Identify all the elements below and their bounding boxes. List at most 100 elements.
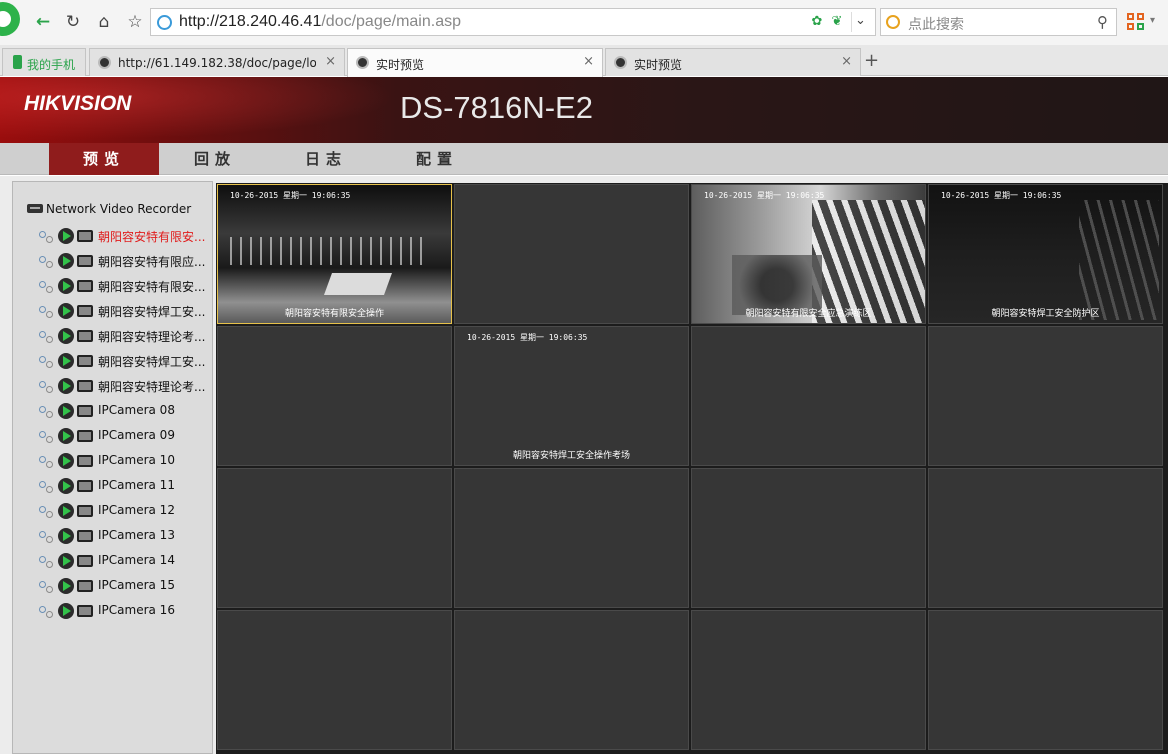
link-status-icon[interactable] bbox=[38, 229, 54, 243]
camera-icon[interactable] bbox=[77, 280, 93, 292]
video-window[interactable] bbox=[454, 184, 689, 324]
camera-list-item[interactable]: 朝阳容安特有限安... bbox=[38, 224, 214, 249]
video-window[interactable] bbox=[691, 326, 926, 466]
camera-icon[interactable] bbox=[77, 505, 93, 517]
link-status-icon[interactable] bbox=[38, 379, 54, 393]
play-icon[interactable] bbox=[58, 553, 74, 569]
camera-icon[interactable] bbox=[77, 580, 93, 592]
play-icon[interactable] bbox=[58, 578, 74, 594]
apps-grid-icon[interactable] bbox=[1127, 13, 1145, 31]
tree-root-nvr[interactable]: Network Video Recorder bbox=[27, 202, 191, 218]
chevron-down-icon[interactable]: ⌄ bbox=[855, 13, 866, 28]
camera-label[interactable]: IPCamera 16 bbox=[98, 603, 214, 617]
search-engine-icon[interactable] bbox=[886, 15, 900, 29]
close-tab-icon[interactable]: × bbox=[841, 54, 852, 69]
play-icon[interactable] bbox=[58, 503, 74, 519]
tab-login-page[interactable]: http://61.149.182.38/doc/page/log × bbox=[89, 48, 345, 76]
camera-icon[interactable] bbox=[77, 380, 93, 392]
camera-icon[interactable] bbox=[77, 355, 93, 367]
link-status-icon[interactable] bbox=[38, 454, 54, 468]
close-tab-icon[interactable]: × bbox=[325, 54, 336, 69]
video-window[interactable] bbox=[928, 326, 1163, 466]
camera-label[interactable]: IPCamera 12 bbox=[98, 503, 214, 517]
camera-label[interactable]: 朝阳容安特焊工安... bbox=[98, 353, 214, 370]
address-url[interactable]: http://218.240.46.41/doc/page/main.asp bbox=[179, 13, 461, 31]
camera-list-item[interactable]: 朝阳容安特焊工安... bbox=[38, 349, 214, 374]
play-icon[interactable] bbox=[58, 478, 74, 494]
play-icon[interactable] bbox=[58, 528, 74, 544]
camera-label[interactable]: IPCamera 10 bbox=[98, 453, 214, 467]
link-status-icon[interactable] bbox=[38, 429, 54, 443]
browser-logo-icon[interactable] bbox=[0, 2, 20, 36]
video-window[interactable] bbox=[928, 468, 1163, 608]
video-window[interactable] bbox=[217, 610, 452, 750]
camera-label[interactable]: IPCamera 14 bbox=[98, 553, 214, 567]
camera-icon[interactable] bbox=[77, 530, 93, 542]
camera-label[interactable]: 朝阳容安特理论考... bbox=[98, 378, 214, 395]
tab-live-preview[interactable]: 实时预览 × bbox=[605, 48, 861, 76]
back-arrow-icon[interactable]: ← bbox=[30, 10, 56, 34]
play-icon[interactable] bbox=[58, 453, 74, 469]
camera-label[interactable]: 朝阳容安特有限安... bbox=[98, 278, 214, 295]
camera-list-item[interactable]: IPCamera 14 bbox=[38, 549, 214, 574]
camera-icon[interactable] bbox=[77, 255, 93, 267]
play-icon[interactable] bbox=[58, 228, 74, 244]
search-box[interactable]: 点此搜索 ⚲ bbox=[880, 8, 1117, 36]
camera-list-item[interactable]: IPCamera 11 bbox=[38, 474, 214, 499]
video-window[interactable] bbox=[691, 468, 926, 608]
link-status-icon[interactable] bbox=[38, 354, 54, 368]
camera-list-item[interactable]: 朝阳容安特有限安... bbox=[38, 274, 214, 299]
link-status-icon[interactable] bbox=[38, 554, 54, 568]
play-icon[interactable] bbox=[58, 378, 74, 394]
play-icon[interactable] bbox=[58, 428, 74, 444]
new-tab-button[interactable]: + bbox=[864, 50, 879, 71]
play-icon[interactable] bbox=[58, 603, 74, 619]
link-status-icon[interactable] bbox=[38, 504, 54, 518]
search-icon[interactable]: ⚲ bbox=[1097, 13, 1108, 31]
video-window-live[interactable]: 10-26-2015 星期一 19:06:35 朝阳容安特焊工安全操作考场 bbox=[454, 326, 689, 466]
camera-label[interactable]: IPCamera 15 bbox=[98, 578, 214, 592]
refresh-icon[interactable]: ↻ bbox=[60, 10, 86, 34]
menu-config[interactable]: 配置 bbox=[382, 143, 492, 175]
link-status-icon[interactable] bbox=[38, 404, 54, 418]
video-window[interactable] bbox=[691, 610, 926, 750]
play-icon[interactable] bbox=[58, 278, 74, 294]
link-status-icon[interactable] bbox=[38, 529, 54, 543]
camera-list-item[interactable]: IPCamera 13 bbox=[38, 524, 214, 549]
camera-list-item[interactable]: IPCamera 15 bbox=[38, 574, 214, 599]
camera-icon[interactable] bbox=[77, 230, 93, 242]
camera-icon[interactable] bbox=[77, 405, 93, 417]
camera-icon[interactable] bbox=[77, 330, 93, 342]
camera-label[interactable]: 朝阳容安特有限安... bbox=[98, 228, 214, 245]
address-bar[interactable]: http://218.240.46.41/doc/page/main.asp ✿… bbox=[150, 8, 876, 36]
camera-list-item[interactable]: 朝阳容安特理论考... bbox=[38, 374, 214, 399]
link-status-icon[interactable] bbox=[38, 254, 54, 268]
camera-icon[interactable] bbox=[77, 305, 93, 317]
camera-label[interactable]: 朝阳容安特焊工安... bbox=[98, 303, 214, 320]
play-icon[interactable] bbox=[58, 328, 74, 344]
camera-list-item[interactable]: IPCamera 10 bbox=[38, 449, 214, 474]
video-window-live[interactable]: 10-26-2015 星期一 19:06:35 朝阳容安特焊工安全防护区 bbox=[928, 184, 1163, 324]
camera-label[interactable]: IPCamera 13 bbox=[98, 528, 214, 542]
video-window[interactable] bbox=[928, 610, 1163, 750]
tab-my-phone[interactable]: 我的手机 bbox=[2, 48, 86, 76]
play-icon[interactable] bbox=[58, 403, 74, 419]
star-icon[interactable]: ☆ bbox=[122, 10, 148, 34]
camera-label[interactable]: 朝阳容安特理论考... bbox=[98, 328, 214, 345]
camera-label[interactable]: IPCamera 08 bbox=[98, 403, 214, 417]
camera-label[interactable]: 朝阳容安特有限应... bbox=[98, 253, 214, 270]
camera-icon[interactable] bbox=[77, 605, 93, 617]
link-status-icon[interactable] bbox=[38, 479, 54, 493]
camera-list-item[interactable]: IPCamera 12 bbox=[38, 499, 214, 524]
camera-list-item[interactable]: 朝阳容安特有限应... bbox=[38, 249, 214, 274]
video-window-live[interactable]: 10-26-2015 星期一 19:06:35 朝阳容安特有限安全操作 bbox=[217, 184, 452, 324]
speed-mode-icon[interactable]: ❦ bbox=[829, 14, 845, 30]
menu-playback[interactable]: 回放 bbox=[160, 143, 270, 175]
camera-list-item[interactable]: IPCamera 09 bbox=[38, 424, 214, 449]
play-icon[interactable] bbox=[58, 303, 74, 319]
link-status-icon[interactable] bbox=[38, 279, 54, 293]
camera-list-item[interactable]: IPCamera 16 bbox=[38, 599, 214, 624]
tab-live-preview-active[interactable]: 实时预览 × bbox=[347, 48, 603, 77]
link-status-icon[interactable] bbox=[38, 604, 54, 618]
camera-label[interactable]: IPCamera 11 bbox=[98, 478, 214, 492]
